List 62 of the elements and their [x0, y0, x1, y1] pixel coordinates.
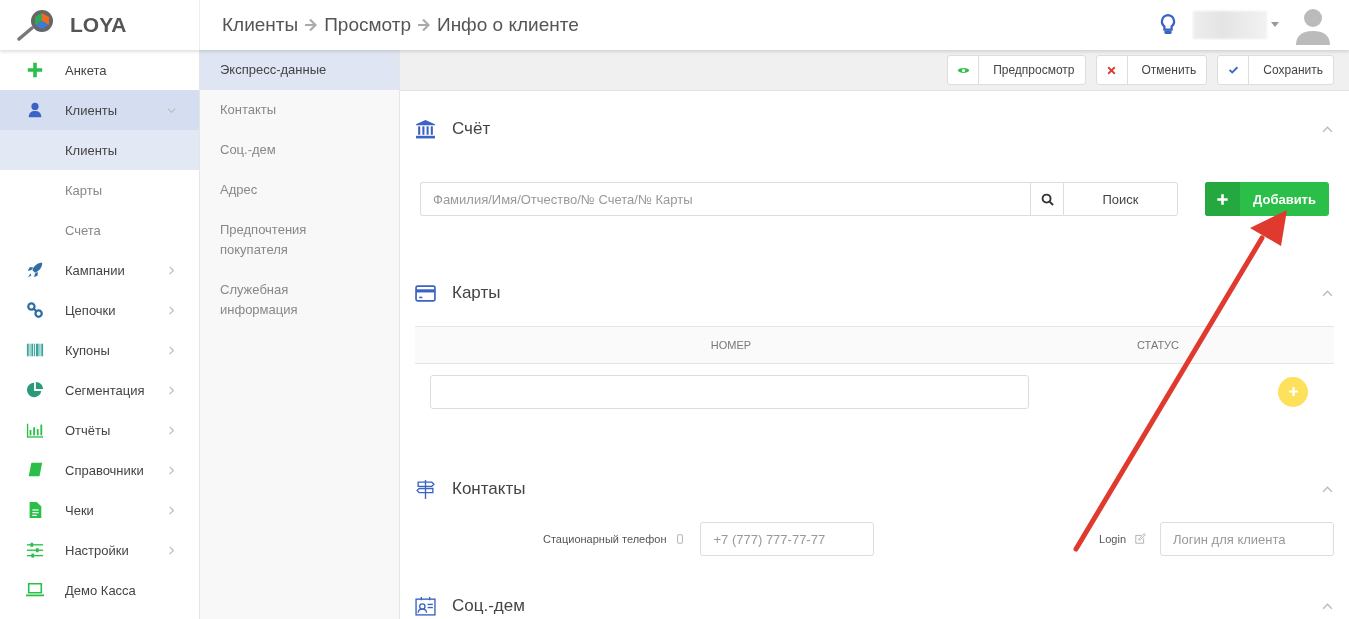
section-title: Соц.-дем — [452, 596, 526, 616]
sliders-icon — [26, 541, 44, 559]
search-field[interactable]: Фамилия/Имя/Отчество/№ Счета/№ Карты — [420, 182, 1030, 216]
app-logo-text: LOYA — [70, 13, 127, 37]
signpost-icon — [415, 478, 436, 500]
add-card-button[interactable] — [1278, 376, 1308, 407]
user-icon — [26, 101, 44, 119]
bank-icon — [415, 118, 436, 140]
plus-icon — [26, 61, 44, 79]
breadcrumb-link[interactable]: Просмотр — [324, 14, 411, 36]
section-title: Контакты — [452, 479, 527, 499]
section-title: Карты — [452, 283, 502, 303]
input-field[interactable]: Логин для клиента — [1160, 522, 1334, 556]
credit-card-icon — [415, 282, 436, 304]
bar-chart-icon — [26, 421, 44, 439]
edit-icon — [1134, 533, 1146, 545]
lightbulb-icon[interactable] — [1159, 13, 1177, 37]
sidebar-item[interactable]: Анкета — [0, 50, 199, 90]
column-header: НОМЕР — [710, 339, 752, 351]
plus-icon — [1287, 386, 1299, 397]
sidebar-item[interactable]: Настройки — [0, 530, 199, 570]
sidebar-item[interactable]: Купоны — [0, 330, 199, 370]
sidebar-item[interactable]: Справочники — [0, 450, 199, 490]
chain-link-icon — [26, 301, 44, 319]
sidebar-subitem[interactable]: Карты — [0, 170, 199, 210]
column-header: СТАТУС — [1136, 339, 1180, 351]
breadcrumb-link[interactable]: Клиенты — [222, 14, 299, 36]
field-label: Стационарный телефон — [543, 533, 667, 545]
sidebar-subitem[interactable]: Клиенты — [0, 130, 199, 170]
toolbar-button[interactable]: Сохранить — [1217, 55, 1334, 85]
id-card-icon — [415, 595, 436, 617]
laptop-icon — [26, 581, 44, 599]
plus-icon — [1216, 192, 1229, 206]
user-menu[interactable] — [1193, 11, 1279, 39]
sidebar-item[interactable]: Клиенты — [0, 90, 199, 130]
sidebar-item[interactable]: Отчёты — [0, 410, 199, 450]
search-icon-button[interactable] — [1030, 182, 1063, 216]
card-number-field[interactable] — [430, 374, 1029, 409]
sidebar-item[interactable]: Чеки — [0, 490, 199, 530]
sidebar-item[interactable]: Демо Касса — [0, 570, 199, 610]
toolbar-button[interactable]: Отменить — [1095, 55, 1208, 85]
barcode-icon — [26, 341, 44, 359]
field-label: Login — [1099, 533, 1126, 545]
sidebar-item[interactable]: Сегментация — [0, 370, 199, 410]
sidebar-item[interactable]: Кампании — [0, 250, 199, 290]
search-icon — [1040, 192, 1054, 206]
sidebar-subitem[interactable]: Счета — [0, 210, 199, 250]
magnifier-logo-icon — [16, 8, 56, 42]
rocket-icon — [26, 261, 44, 279]
arrow-right-icon — [416, 18, 431, 32]
search-button[interactable]: Поиск — [1063, 182, 1178, 216]
arrow-right-icon — [304, 18, 319, 32]
section-nav-item[interactable]: Экспресс-данные — [200, 50, 399, 90]
section-nav-item[interactable]: Адрес — [200, 170, 399, 210]
book-icon — [26, 461, 44, 479]
caret-icon — [1271, 22, 1279, 28]
section-title: Счёт — [452, 119, 492, 139]
section-nav-item[interactable]: Служебная информация — [200, 270, 399, 330]
toolbar-button[interactable]: Предпросмотр — [947, 55, 1086, 85]
pie-chart-icon — [26, 381, 44, 399]
input-field[interactable]: +7 (777) 777-77-77 — [700, 522, 875, 556]
sidebar-item[interactable]: Цепочки — [0, 290, 199, 330]
